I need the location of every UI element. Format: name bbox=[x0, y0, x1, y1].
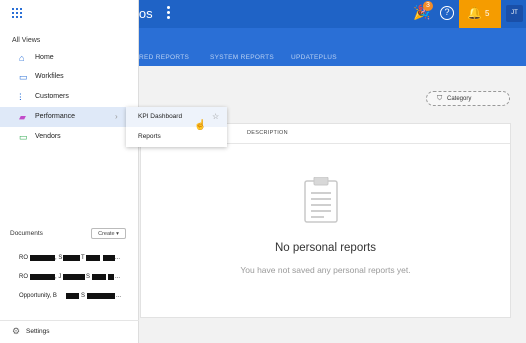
notifications-count: 5 bbox=[485, 9, 490, 18]
performance-submenu: KPI Dashboard ☆ Reports bbox=[126, 107, 227, 147]
nav-item-home[interactable]: ⌂ Home bbox=[0, 48, 139, 68]
doc-text: ... bbox=[115, 274, 121, 280]
avatar[interactable]: JT bbox=[506, 5, 523, 22]
doc-text: T bbox=[81, 255, 85, 261]
nav-item-vendors[interactable]: ▭ Vendors bbox=[0, 127, 139, 147]
redaction bbox=[66, 293, 79, 299]
celebrate-badge: 3 bbox=[423, 1, 433, 11]
settings-item[interactable]: ⚙ Settings bbox=[0, 322, 139, 342]
doc-text: Opportunity, B bbox=[19, 293, 57, 299]
category-filter-button[interactable]: ⛉ Category bbox=[426, 91, 510, 106]
star-icon[interactable]: ☆ bbox=[212, 112, 219, 121]
settings-label: Settings bbox=[26, 328, 50, 335]
nav-item-performance[interactable]: ▰ Performance › bbox=[0, 107, 139, 127]
menu-item-label: Reports bbox=[138, 133, 161, 140]
hand-cursor-icon: ☝ bbox=[194, 120, 207, 131]
tab-updateplus[interactable]: UPDATEPLUS bbox=[291, 54, 337, 61]
redaction bbox=[30, 255, 55, 261]
notifications-button[interactable]: 🔔 5 bbox=[459, 0, 501, 28]
list-item[interactable]: Opportunity, B S ... bbox=[0, 288, 139, 306]
doc-text: ... bbox=[115, 255, 121, 261]
apps-grid-icon[interactable] bbox=[12, 8, 24, 20]
doc-text: S bbox=[86, 274, 91, 280]
doc-text: RO bbox=[19, 255, 28, 261]
vendors-icon: ▭ bbox=[19, 132, 28, 142]
redaction bbox=[86, 255, 100, 261]
doc-text: ... bbox=[116, 293, 122, 299]
empty-state-subtitle: You have not saved any personal reports … bbox=[240, 265, 411, 275]
divider bbox=[0, 320, 139, 321]
customers-icon: ⵗ bbox=[19, 92, 22, 102]
folder-icon: ▭ bbox=[19, 72, 28, 82]
menu-item-kpi-dashboard[interactable]: KPI Dashboard ☆ bbox=[126, 107, 227, 127]
description-column-header[interactable]: DESCRIPTION bbox=[247, 130, 288, 136]
doc-text: , S bbox=[55, 255, 63, 261]
redaction bbox=[87, 293, 115, 299]
nav-label: Workfiles bbox=[35, 73, 64, 80]
doc-text: RO bbox=[19, 274, 28, 280]
section-title: All Views bbox=[12, 37, 41, 44]
chevron-right-icon: › bbox=[115, 112, 118, 121]
reports-card: DESCRIPTION No personal reports You have… bbox=[140, 123, 511, 318]
menu-item-label: KPI Dashboard bbox=[138, 113, 183, 120]
doc-text: S bbox=[81, 293, 86, 299]
menu-item-reports[interactable]: Reports bbox=[126, 127, 227, 147]
nav-label: Home bbox=[35, 54, 54, 61]
nav-item-customers[interactable]: ⵗ Customers bbox=[0, 87, 139, 107]
clipboard-icon bbox=[304, 177, 338, 223]
list-item[interactable]: RO , S T ... bbox=[0, 250, 139, 268]
create-button[interactable]: Create ▾ bbox=[91, 228, 126, 239]
tab-system-reports[interactable]: SYSTEM REPORTS bbox=[210, 54, 274, 61]
redaction bbox=[103, 255, 115, 261]
redaction bbox=[108, 274, 114, 280]
bell-icon: 🔔 bbox=[467, 6, 482, 20]
doc-text: , J bbox=[55, 274, 62, 280]
nav-label: Performance bbox=[35, 113, 76, 120]
kebab-icon[interactable] bbox=[165, 4, 171, 22]
performance-icon: ▰ bbox=[19, 112, 26, 122]
home-icon: ⌂ bbox=[19, 53, 25, 63]
redaction bbox=[92, 274, 106, 280]
nav-label: Customers bbox=[35, 93, 69, 100]
filter-icon: ⛉ bbox=[437, 95, 443, 102]
redaction bbox=[63, 255, 80, 261]
help-icon[interactable]: ? bbox=[440, 6, 454, 20]
nav-item-workfiles[interactable]: ▭ Workfiles bbox=[0, 67, 139, 87]
redaction bbox=[30, 274, 55, 280]
gear-icon: ⚙ bbox=[12, 326, 21, 336]
navigation-drawer: All Views ⌂ Home ▭ Workfiles ⵗ Customers… bbox=[0, 0, 139, 343]
tab-shared-reports[interactable]: RED REPORTS bbox=[139, 54, 189, 61]
nav-label: Vendors bbox=[35, 133, 61, 140]
documents-title: Documents bbox=[10, 230, 43, 237]
list-item[interactable]: RO , J S ... bbox=[0, 269, 139, 287]
redaction bbox=[63, 274, 85, 280]
empty-state-title: No personal reports bbox=[275, 242, 376, 254]
category-label: Category bbox=[447, 95, 472, 102]
